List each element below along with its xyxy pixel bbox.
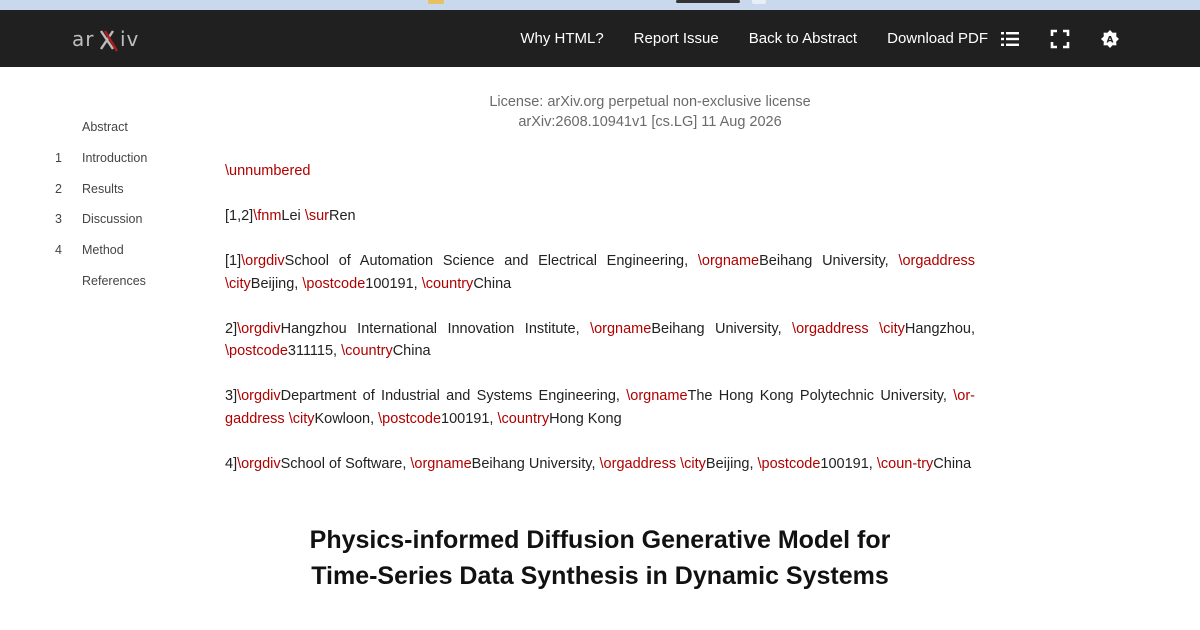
affiliation-3: 3]\orgdivDepartment of Industrial and Sy… bbox=[225, 388, 975, 427]
why-html-link[interactable]: Why HTML? bbox=[520, 30, 603, 47]
svg-text:iv: iv bbox=[120, 27, 139, 51]
nav-icons: A bbox=[1000, 10, 1120, 67]
theme-toggle-icon[interactable]: A bbox=[1100, 29, 1120, 49]
strip-emoji bbox=[428, 0, 444, 4]
arxiv-id-line: arXiv:2608.10941v1 [cs.LG] 11 Aug 2026 bbox=[518, 114, 782, 130]
toc-item-label: Method bbox=[82, 243, 124, 258]
toc-item-method[interactable]: 4 Method bbox=[55, 235, 205, 266]
browser-top-strip bbox=[0, 0, 1200, 10]
toc-item-label: Abstract bbox=[82, 120, 128, 135]
license-line: License: arXiv.org perpetual non-exclusi… bbox=[489, 94, 811, 110]
strip-icon bbox=[752, 0, 766, 4]
svg-text:A: A bbox=[1107, 35, 1114, 45]
list-icon[interactable] bbox=[1000, 29, 1020, 49]
nav-links: Why HTML? Report Issue Back to Abstract … bbox=[520, 10, 988, 67]
fullscreen-icon[interactable] bbox=[1050, 29, 1070, 49]
table-of-contents: Abstract 1 Introduction 2 Results 3 Discuss… bbox=[55, 112, 205, 296]
arxiv-logo-icon: ar iv bbox=[72, 27, 139, 52]
toc-item-label: Discussion bbox=[82, 212, 143, 227]
author-line: [1,2]\fnmLei \surRen bbox=[225, 208, 356, 224]
article-content: \unnumbered [1,2]\fnmLei \surRen [1]\org… bbox=[225, 160, 975, 498]
toc-item-abstract[interactable]: Abstract bbox=[55, 112, 205, 143]
back-to-abstract-link[interactable]: Back to Abstract bbox=[749, 30, 857, 47]
download-pdf-link[interactable]: Download PDF bbox=[887, 30, 988, 47]
unnumbered-command: \unnumbered bbox=[225, 163, 311, 179]
affiliation-4: 4]\orgdivSchool of Software, \orgnameBei… bbox=[225, 455, 972, 472]
license-notice: License: arXiv.org perpetual non-exclusi… bbox=[340, 92, 960, 132]
title-line-2: Time-Series Data Synthesis in Dynamic Sy… bbox=[311, 562, 889, 590]
affiliation-1: [1]\orgdivSchool of Automation Science a… bbox=[225, 253, 976, 292]
svg-text:ar: ar bbox=[72, 27, 94, 51]
toc-item-results[interactable]: 2 Results bbox=[55, 173, 205, 204]
arxiv-logo[interactable]: ar iv bbox=[72, 24, 144, 54]
paper-title: Physics-informed Diffusion Generative Mo… bbox=[225, 522, 975, 594]
toc-item-label: References bbox=[82, 273, 146, 288]
report-issue-link[interactable]: Report Issue bbox=[634, 30, 719, 47]
toc-item-discussion[interactable]: 3 Discussion bbox=[55, 204, 205, 235]
strip-link-underline bbox=[676, 0, 740, 3]
toc-item-label: Introduction bbox=[82, 151, 148, 166]
toc-item-references[interactable]: References bbox=[55, 265, 205, 296]
toc-item-label: Results bbox=[82, 181, 124, 196]
toc-item-introduction[interactable]: 1 Introduction bbox=[55, 143, 205, 174]
top-navbar: ar iv Why HTML? Report Issue Back to Abs… bbox=[0, 10, 1200, 67]
authors-row-cropped bbox=[225, 620, 975, 630]
title-line-1: Physics-informed Diffusion Generative Mo… bbox=[309, 526, 891, 554]
affiliation-2: 2]\orgdivHangzhou International Innovati… bbox=[225, 320, 975, 360]
